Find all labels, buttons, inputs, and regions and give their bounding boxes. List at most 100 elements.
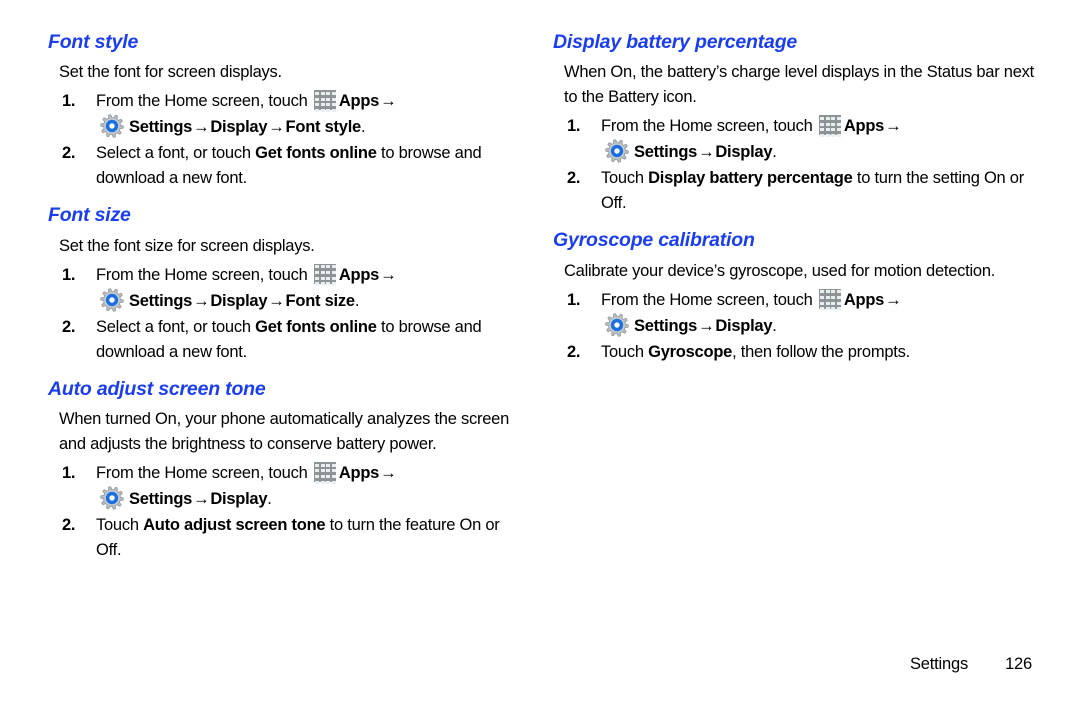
arrow-icon: → xyxy=(193,118,210,137)
apps-grid-icon xyxy=(313,462,336,484)
step-item: 1. From the Home screen, touch Apps→ Set… xyxy=(48,461,528,512)
step-text-pre: From the Home screen, touch xyxy=(96,265,308,284)
display-label: Display xyxy=(715,143,773,162)
step-text-bold: Gyroscope xyxy=(648,342,733,361)
apps-label: Apps xyxy=(338,265,380,284)
display-label: Display xyxy=(210,490,268,509)
step-text-bold: Get fonts online xyxy=(255,317,377,336)
step-number: 2. xyxy=(567,169,581,188)
step-list: 1. From the Home screen, touch Apps → Set… xyxy=(48,89,528,191)
section-heading: Font style xyxy=(48,31,139,53)
apps-grid-icon xyxy=(313,263,336,286)
step-item: 2. Touch Gyroscope, then follow the prom… xyxy=(553,340,1043,365)
step-number: 1. xyxy=(62,92,76,111)
period: . xyxy=(772,143,777,162)
apps-grid-icon xyxy=(818,115,841,137)
period: . xyxy=(360,118,366,137)
arrow-icon: → xyxy=(193,490,210,509)
period: . xyxy=(354,291,360,310)
step-text-pre: From the Home screen, touch xyxy=(601,117,813,136)
section-intro: When turned On, your phone automatically… xyxy=(59,410,510,454)
settings-gear-icon xyxy=(605,139,629,164)
arrow-icon: → xyxy=(380,265,397,284)
footer-chapter-label: Settings xyxy=(909,655,968,673)
step-list: 1. From the Home screen, touch Apps→ Set… xyxy=(48,263,528,365)
section-heading: Font size xyxy=(48,204,131,227)
step-list: 1. From the Home screen, touch Apps→ Set… xyxy=(553,114,1043,216)
section-gyroscope-calibration: Gyroscope calibration Calibrate your dev… xyxy=(553,228,1043,364)
step-text-pre: From the Home screen, touch xyxy=(96,464,308,483)
step-item: 1. From the Home screen, touch Apps→ Set… xyxy=(48,263,528,314)
step-item: 1. From the Home screen, touch Apps→ Set… xyxy=(553,114,1043,165)
section-intro: Set the font size for screen displays. xyxy=(59,236,315,255)
step-text-pre: Touch xyxy=(601,169,649,188)
apps-label: Apps xyxy=(338,92,380,111)
step-item: 2. Touch Auto adjust screen tone to turn… xyxy=(48,513,528,563)
step-text-pre: From the Home screen, touch xyxy=(96,92,308,111)
apps-grid-icon xyxy=(818,288,841,311)
arrow-icon: → xyxy=(193,291,210,310)
section-font-size: Font size Set the font size for screen d… xyxy=(48,203,528,364)
step-text-pre: Touch xyxy=(96,516,144,535)
page-footer: Settings 126 xyxy=(0,655,1032,674)
section-heading: Auto adjust screen tone xyxy=(48,377,266,400)
section-intro: When On, the battery’s charge level disp… xyxy=(564,63,1034,107)
step-list: 1. From the Home screen, touch Apps→ Set… xyxy=(553,288,1043,365)
arrow-icon: → xyxy=(698,143,715,162)
section-intro: Set the font for screen displays. xyxy=(59,63,282,82)
apps-label: Apps xyxy=(843,117,885,136)
step-text-post: , then follow the prompts. xyxy=(732,342,910,361)
arrow-icon: → xyxy=(380,464,397,483)
step-item: 2. Select a font, or touch Get fonts onl… xyxy=(48,315,528,365)
settings-label: Settings xyxy=(129,118,193,137)
step-text-pre: Select a font, or touch xyxy=(96,317,256,336)
step-text-bold: Auto adjust screen tone xyxy=(143,516,326,535)
step-number: 1. xyxy=(62,265,76,284)
period: . xyxy=(267,490,272,509)
target-label: Font size xyxy=(285,291,356,310)
target-label: Font style xyxy=(285,118,362,137)
right-column: Display battery percentage When On, the … xyxy=(553,30,1043,377)
section-heading: Display battery percentage xyxy=(553,31,798,53)
arrow-icon: → xyxy=(268,118,285,137)
step-sub-line: Settings→Display. xyxy=(601,139,1043,165)
step-text-bold: Get fonts online xyxy=(255,144,377,163)
section-intro: Calibrate your device’s gyroscope, used … xyxy=(564,261,996,280)
step-text-pre: Touch xyxy=(601,342,649,361)
section-font-style: Font style Set the font for screen displ… xyxy=(48,30,528,191)
apps-label: Apps xyxy=(843,290,885,309)
display-label: Display xyxy=(210,291,268,310)
apps-label: Apps xyxy=(338,464,380,483)
arrow-icon: → xyxy=(698,316,715,335)
step-number: 1. xyxy=(567,290,581,309)
step-number: 2. xyxy=(62,516,76,535)
settings-gear-icon xyxy=(100,114,124,139)
settings-label: Settings xyxy=(634,316,698,335)
step-sub-line: Settings→Display→Font size. xyxy=(96,288,528,314)
display-label: Display xyxy=(715,316,773,335)
step-number: 1. xyxy=(567,117,581,136)
step-text-pre: From the Home screen, touch xyxy=(601,290,813,309)
step-sub-line: Settings→Display. xyxy=(601,313,1043,339)
step-text-bold: Display battery percentage xyxy=(648,169,853,188)
manual-page: Font style Set the font for screen displ… xyxy=(0,0,1080,720)
settings-gear-icon xyxy=(100,288,124,312)
settings-label: Settings xyxy=(634,143,698,162)
section-auto-adjust-screen-tone: Auto adjust screen tone When turned On, … xyxy=(48,377,528,563)
settings-gear-icon xyxy=(605,313,629,337)
settings-label: Settings xyxy=(129,291,193,310)
arrow-icon: → xyxy=(885,117,902,136)
step-item: 2. Select a font, or touch Get fonts onl… xyxy=(48,141,528,191)
step-text-pre: Select a font, or touch xyxy=(96,144,256,163)
arrow-icon: → xyxy=(268,291,285,310)
step-number: 2. xyxy=(62,144,76,163)
step-item: 1. From the Home screen, touch Apps→ Set… xyxy=(553,288,1043,339)
arrow-icon: → xyxy=(885,290,902,309)
step-number: 1. xyxy=(62,464,76,483)
step-sub-line: Settings→Display→Font style. xyxy=(96,114,528,140)
step-number: 2. xyxy=(567,342,581,361)
section-heading: Gyroscope calibration xyxy=(553,229,755,252)
step-list: 1. From the Home screen, touch Apps→ Set… xyxy=(48,461,528,563)
step-sub-line: Settings→Display. xyxy=(96,486,528,512)
footer-page-number: 126 xyxy=(1005,655,1032,673)
